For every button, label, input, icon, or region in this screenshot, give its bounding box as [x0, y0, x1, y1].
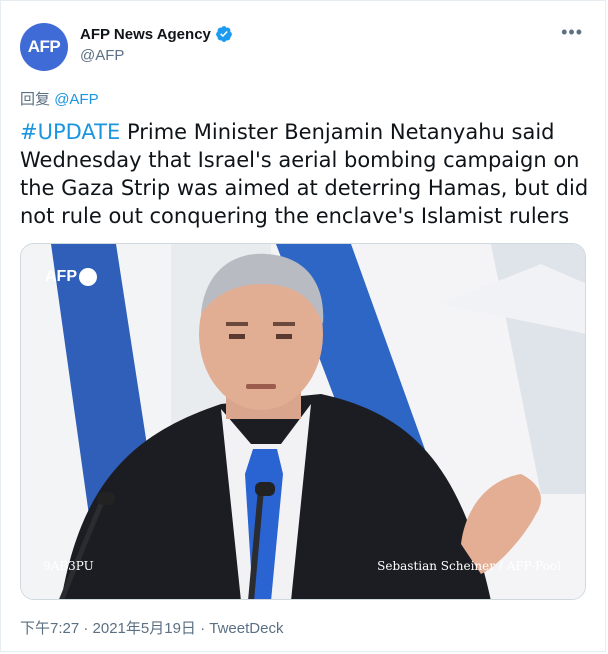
reply-context: 回复 @AFP: [20, 88, 99, 109]
avatar-logo-text: AFP: [27, 37, 61, 56]
photo-illustration: [21, 244, 585, 599]
verified-badge-icon: [216, 26, 232, 42]
reply-mention-link[interactable]: @AFP: [54, 91, 98, 108]
more-options-icon[interactable]: •••: [561, 23, 583, 41]
photo-credit: Sebastian Scheiner / AFP-Pool: [377, 559, 561, 573]
author-name-row[interactable]: AFP News Agency: [80, 25, 233, 43]
display-name[interactable]: AFP News Agency: [80, 26, 211, 43]
author-handle[interactable]: @AFP: [80, 47, 124, 64]
avatar[interactable]: AFP: [20, 23, 68, 71]
tweet-photo[interactable]: AFP 9AB3PU Sebastian Scheiner / AFP-Pool: [20, 243, 586, 600]
tweet-meta: 下午7:27 · 2021年5月19日 · TweetDeck: [20, 617, 283, 638]
tweet-source[interactable]: TweetDeck: [209, 620, 283, 637]
reply-prefix: 回复: [20, 91, 51, 108]
photo-watermark: AFP: [45, 268, 97, 286]
watermark-text: AFP: [45, 268, 77, 285]
tweet-text: #UPDATE Prime Minister Benjamin Netanyah…: [20, 118, 590, 230]
tweet-card: AFP AFP News Agency @AFP ••• 回复 @AFP #UP…: [0, 0, 606, 652]
tweet-timestamp[interactable]: 下午7:27 · 2021年5月19日 ·: [20, 620, 209, 637]
photo-id: 9AB3PU: [43, 559, 94, 573]
hashtag-link[interactable]: #UPDATE: [20, 120, 120, 144]
watermark-dot-icon: [79, 268, 97, 286]
